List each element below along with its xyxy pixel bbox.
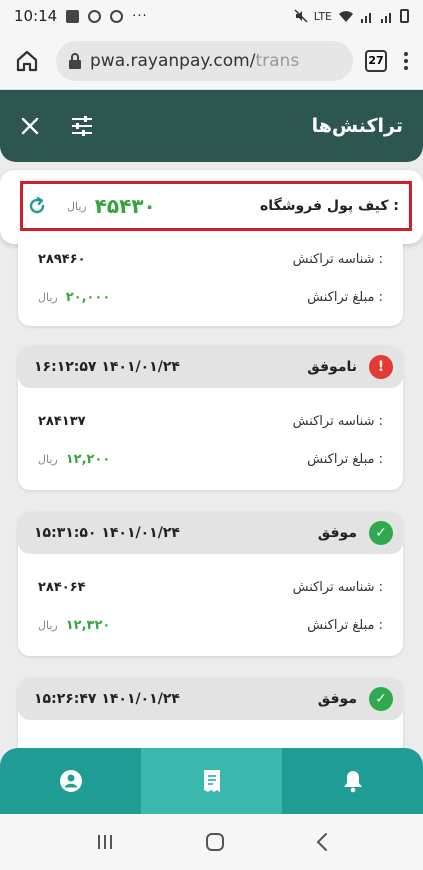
mute-icon <box>294 9 308 23</box>
error-icon: ! <box>369 355 393 379</box>
amount-unit: ریال <box>38 290 58 304</box>
home-icon <box>16 50 38 71</box>
menu-dot <box>404 65 408 70</box>
nav-profile[interactable] <box>0 748 141 814</box>
lock-icon <box>69 52 81 69</box>
transaction-id-label: شناسه تراکنش : <box>292 413 383 429</box>
tab-switcher-button[interactable]: 27 <box>365 49 387 72</box>
signal-icon <box>361 12 371 23</box>
wallet-balance-box: ریال ۴۵۴۳۰ کیف پول فروشگاه : <box>20 181 412 231</box>
receipt-icon <box>203 770 220 792</box>
browser-toolbar: pwa.rayanpay.com/trans 27 <box>0 32 423 90</box>
transaction-id: ۲۸۴۰۶۴ <box>38 579 86 595</box>
filter-icon[interactable] <box>70 115 94 137</box>
transaction-id-label: شناسه تراکنش : <box>292 579 383 595</box>
home-button[interactable] <box>10 44 44 78</box>
transaction-datetime: ۱۶:۱۲:۵۷ ۱۴۰۱/۰۱/۲۴ <box>34 359 180 375</box>
address-bar[interactable]: pwa.rayanpay.com/trans <box>56 40 353 81</box>
transaction-id-row: ۲۸۴۰۶۴ شناسه تراکنش : <box>18 568 403 606</box>
transaction-amount-label: مبلغ تراکنش : <box>307 617 383 633</box>
bottom-navigation <box>0 748 423 814</box>
transaction-amount: ۱۲,۳۲۰ <box>65 617 111 633</box>
transaction-amount-row: ریال ۱۲,۲۰۰ مبلغ تراکنش : <box>18 440 403 478</box>
recent-apps-icon[interactable] <box>95 833 115 851</box>
wallet-unit: ریال <box>67 199 87 213</box>
header-actions <box>20 115 94 137</box>
wallet-value: ریال ۴۵۴۳۰ <box>67 194 156 218</box>
transaction-card[interactable]: ۱۶:۱۲:۵۷ ۱۴۰۱/۰۱/۲۴ ناموفق ! ۲۸۴۱۳۷ شناس… <box>18 346 403 490</box>
app-header: تراکنش‌ها <box>0 90 423 162</box>
nav-notifications[interactable] <box>282 748 423 814</box>
status-left: 10:14 ··· <box>14 7 148 25</box>
transaction-amount-group: ریال ۲۰,۰۰۰ <box>38 290 110 305</box>
transaction-id-row: ۲۸۴۱۳۷ شناسه تراکنش : <box>18 402 403 440</box>
network-type: LTE <box>313 9 332 23</box>
chrome-icon <box>110 9 124 23</box>
nav-transactions[interactable] <box>141 748 282 814</box>
bell-icon <box>343 771 362 793</box>
chrome-icon <box>88 9 102 23</box>
check-icon: ✓ <box>369 521 393 545</box>
close-icon[interactable] <box>20 116 40 136</box>
transaction-amount: ۱۲,۲۰۰ <box>65 451 111 467</box>
url-text: pwa.rayanpay.com/ <box>90 50 256 71</box>
battery-icon <box>400 9 409 23</box>
check-icon: ✓ <box>369 687 393 711</box>
menu-dot <box>404 58 408 63</box>
wallet-label: کیف پول فروشگاه : <box>260 198 399 214</box>
transaction-amount-label: مبلغ تراکنش : <box>307 289 383 305</box>
transaction-amount-row: ریال ۱۲,۳۲۰ مبلغ تراکنش : <box>18 606 403 644</box>
transaction-amount-row: ریال ۲۰,۰۰۰ مبلغ تراکنش : <box>18 278 403 316</box>
status-right: LTE <box>294 9 409 23</box>
wifi-icon <box>339 10 353 22</box>
transaction-id: ۲۸۹۴۶۰ <box>38 251 86 267</box>
gallery-icon <box>66 9 80 23</box>
transaction-datetime: ۱۵:۳۱:۵۰ ۱۴۰۱/۰۱/۲۴ <box>34 525 180 541</box>
url-text-faded: trans <box>255 50 300 71</box>
status-label: ناموفق <box>307 359 357 375</box>
transaction-header: ۱۶:۱۲:۵۷ ۱۴۰۱/۰۱/۲۴ ناموفق ! <box>18 346 403 388</box>
amount-unit: ریال <box>38 618 58 632</box>
transaction-id-label: شناسه تراکنش : <box>292 251 383 267</box>
transaction-id-row: ۲۸۹۴۶۰ شناسه تراکنش : <box>18 240 403 278</box>
transaction-datetime: ۱۵:۲۶:۴۷ ۱۴۰۱/۰۱/۲۴ <box>34 691 180 707</box>
transaction-status: ناموفق ! <box>307 355 393 379</box>
transaction-amount-group: ریال ۱۲,۲۰۰ <box>38 452 110 467</box>
status-time: 10:14 <box>14 7 58 25</box>
transaction-card[interactable]: ۱۵:۳۱:۵۰ ۱۴۰۱/۰۱/۲۴ موفق ✓ ۲۸۴۰۶۴ شناسه … <box>18 512 403 656</box>
transaction-card[interactable]: ۲۸۹۴۶۰ شناسه تراکنش : ریال ۲۰,۰۰۰ مبلغ ت… <box>18 236 403 326</box>
transaction-amount: ۲۰,۰۰۰ <box>65 289 111 305</box>
more-notifications-icon: ··· <box>132 8 148 24</box>
menu-dot <box>404 51 408 56</box>
transaction-status: موفق ✓ <box>318 521 393 545</box>
page-title: تراکنش‌ها <box>311 115 403 137</box>
transaction-header: ۱۵:۳۱:۵۰ ۱۴۰۱/۰۱/۲۴ موفق ✓ <box>18 512 403 554</box>
transaction-status: موفق ✓ <box>318 687 393 711</box>
wallet-value-group: ریال ۴۵۴۳۰ <box>27 194 156 218</box>
wallet-amount: ۴۵۴۳۰ <box>94 194 156 218</box>
transaction-amount-label: مبلغ تراکنش : <box>307 451 383 467</box>
transaction-id: ۲۸۴۱۳۷ <box>38 413 86 429</box>
amount-unit: ریال <box>38 452 58 466</box>
home-circle-icon[interactable] <box>204 831 226 853</box>
back-icon[interactable] <box>315 832 329 852</box>
transaction-header: ۱۵:۲۶:۴۷ ۱۴۰۱/۰۱/۲۴ موفق ✓ <box>18 678 403 720</box>
wallet-card: ریال ۴۵۴۳۰ کیف پول فروشگاه : <box>0 170 423 244</box>
system-navigation-bar <box>0 814 423 870</box>
browser-menu-button[interactable] <box>399 51 413 70</box>
transaction-amount-group: ریال ۱۲,۳۲۰ <box>38 618 110 633</box>
user-icon <box>59 770 82 792</box>
status-label: موفق <box>317 691 357 707</box>
status-bar: 10:14 ··· LTE <box>0 0 423 32</box>
refresh-icon[interactable] <box>27 196 47 216</box>
status-label: موفق <box>317 525 357 541</box>
signal-icon <box>381 12 391 23</box>
